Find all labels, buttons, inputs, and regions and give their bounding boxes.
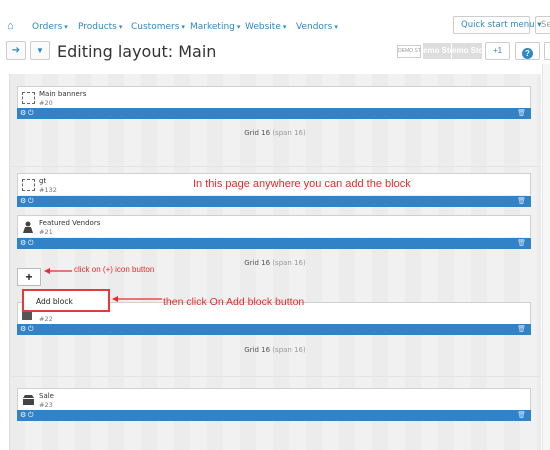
gear-icon[interactable]: ⚙ bbox=[20, 325, 26, 334]
power-icon[interactable]: ⏻ bbox=[28, 411, 34, 420]
annotation-anywhere: In this page anywhere you can add the bl… bbox=[193, 178, 411, 190]
help-icon: ? bbox=[522, 48, 533, 59]
demo-store-logo-a[interactable]: emo Sto bbox=[423, 43, 451, 59]
caret-down-icon: ▾ bbox=[181, 23, 185, 31]
grid-label: Grid 16 (span 16) bbox=[9, 129, 541, 137]
power-icon[interactable]: ⏻ bbox=[28, 239, 34, 248]
block-placeholder-icon bbox=[22, 92, 35, 104]
gear-icon[interactable]: ⚙ bbox=[20, 239, 26, 248]
caret-down-icon: ▾ bbox=[236, 23, 241, 31]
block-action-bar: ⚙ ⏻ 🗑 bbox=[17, 410, 531, 421]
add-block-plus-button[interactable]: + bbox=[17, 268, 41, 286]
grid-name: Grid 16 bbox=[244, 259, 271, 267]
power-icon[interactable]: ⏻ bbox=[28, 325, 34, 334]
caret-down-icon: ▾ bbox=[118, 23, 123, 31]
chevron-down-icon: ▼ bbox=[36, 46, 44, 55]
menu-customers[interactable]: Customers ▾ bbox=[131, 22, 185, 32]
menu-vendors[interactable]: Vendors ▾ bbox=[296, 22, 338, 32]
grid-name: Grid 16 bbox=[244, 129, 271, 137]
grid-separator bbox=[9, 376, 541, 377]
arrow-left-icon: ➔ bbox=[11, 45, 21, 56]
power-icon[interactable]: ⏻ bbox=[28, 109, 34, 118]
block-featured-vendors[interactable]: Featured Vendors #21 bbox=[17, 215, 531, 237]
gear-icon[interactable]: ⚙ bbox=[20, 197, 26, 206]
help-button[interactable]: ? bbox=[515, 42, 540, 60]
sale-icon bbox=[23, 395, 34, 405]
menu-website[interactable]: Website ▾ bbox=[245, 22, 286, 32]
block-type-icon bbox=[22, 311, 32, 320]
menu-vendors-label: Vendors bbox=[296, 22, 333, 32]
vendor-icon bbox=[23, 221, 33, 233]
top-navigation: ⌂ Orders ▾ Products ▾ Customers ▾ Marketing… bbox=[0, 0, 550, 40]
menu-website-label: Website bbox=[245, 22, 281, 32]
page-title: Editing layout: Main bbox=[57, 42, 217, 61]
block-sale[interactable]: Sale #23 bbox=[17, 388, 531, 410]
grid-name: Grid 16 bbox=[244, 346, 271, 354]
block-placeholder-icon bbox=[22, 179, 35, 191]
plus-one-button[interactable]: +1 bbox=[485, 42, 510, 60]
menu-marketing-label: Marketing bbox=[190, 22, 235, 32]
menu-marketing[interactable]: Marketing ▾ bbox=[190, 22, 240, 32]
block-id: #132 bbox=[39, 186, 57, 194]
toolbar-edge-button[interactable] bbox=[544, 42, 550, 60]
menu-orders[interactable]: Orders ▾ bbox=[32, 22, 68, 32]
scrollbar[interactable] bbox=[542, 64, 550, 450]
trash-icon[interactable]: 🗑 bbox=[517, 197, 526, 206]
block-action-bar: ⚙ ⏻ 🗑 bbox=[17, 196, 531, 207]
block-id: #20 bbox=[39, 99, 53, 107]
demo-store-logo-b[interactable]: emo Sto bbox=[452, 43, 482, 59]
home-icon[interactable]: ⌂ bbox=[7, 20, 14, 32]
annotation-then-click: then click On Add block button bbox=[163, 296, 305, 308]
caret-down-icon: ▾ bbox=[334, 23, 338, 31]
search-input[interactable]: Sea bbox=[535, 16, 550, 34]
layout-dropdown-button[interactable]: ▼ bbox=[30, 41, 50, 60]
trash-icon[interactable]: 🗑 bbox=[517, 325, 526, 334]
arrow-annotation-icon bbox=[44, 268, 72, 274]
grid-separator bbox=[9, 166, 541, 167]
trash-icon[interactable]: 🗑 bbox=[517, 411, 526, 420]
block-main-banners[interactable]: Main banners #20 bbox=[17, 86, 531, 108]
grid-span: (span 16) bbox=[272, 259, 306, 267]
block-title: Main banners bbox=[39, 90, 87, 98]
back-button[interactable]: ➔ bbox=[6, 41, 26, 60]
add-block-menu-item[interactable]: Add block bbox=[36, 297, 73, 306]
grid-span: (span 16) bbox=[272, 346, 306, 354]
demo-store-logo-small[interactable]: DEMO STO bbox=[397, 45, 421, 58]
menu-orders-label: Orders bbox=[32, 22, 63, 32]
block-action-bar: ⚙ ⏻ 🗑 bbox=[17, 108, 531, 119]
quick-start-menu-button[interactable]: Quick start menu ▾ bbox=[453, 16, 542, 34]
menu-customers-label: Customers bbox=[131, 22, 180, 32]
grid-label: Grid 16 (span 16) bbox=[9, 346, 541, 354]
caret-down-icon: ▾ bbox=[282, 23, 287, 31]
grid-span: (span 16) bbox=[272, 129, 306, 137]
gear-icon[interactable]: ⚙ bbox=[20, 109, 26, 118]
block-action-bar: ⚙ ⏻ 🗑 bbox=[17, 324, 531, 335]
block-action-bar: ⚙ ⏻ 🗑 bbox=[17, 238, 531, 249]
annotation-click-plus: click on (+) icon button bbox=[74, 265, 155, 274]
menu-products-label: Products bbox=[78, 22, 117, 32]
block-title: Featured Vendors bbox=[39, 219, 101, 227]
add-block-popup: Add block bbox=[22, 289, 110, 312]
block-id: #22 bbox=[39, 315, 53, 323]
arrow-annotation-icon bbox=[112, 296, 162, 302]
menu-products[interactable]: Products ▾ bbox=[78, 22, 122, 32]
block-title: gt bbox=[39, 177, 47, 185]
caret-down-icon: ▾ bbox=[64, 23, 68, 31]
gear-icon[interactable]: ⚙ bbox=[20, 411, 26, 420]
block-id: #23 bbox=[39, 401, 53, 409]
block-title: Sale bbox=[39, 392, 54, 400]
trash-icon[interactable]: 🗑 bbox=[517, 109, 526, 118]
power-icon[interactable]: ⏻ bbox=[28, 197, 34, 206]
trash-icon[interactable]: 🗑 bbox=[517, 239, 526, 248]
block-id: #21 bbox=[39, 228, 53, 236]
